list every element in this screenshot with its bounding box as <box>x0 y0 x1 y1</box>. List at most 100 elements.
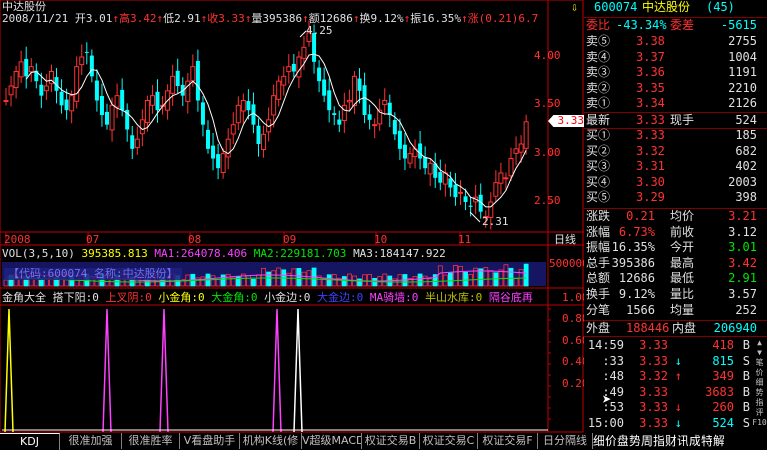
indicator-tab[interactable]: 势 <box>629 433 640 449</box>
indicator-tab[interactable]: V超级MACD <box>302 433 362 449</box>
current-price-tag: 3.33 <box>548 115 584 127</box>
indicator-tab[interactable]: 机构K线(修 <box>240 433 302 449</box>
indicator-tab[interactable]: 很准加强 <box>60 433 122 449</box>
stat-label: 今开 <box>670 240 695 255</box>
stat-label: 量比 <box>670 287 695 301</box>
stat-row: 振幅 16.35% 今开 3.01 <box>584 240 767 255</box>
indicator-tab[interactable]: 成 <box>689 433 700 449</box>
bid-level-row: 买② 3.32 682 <box>584 144 767 159</box>
tick-price: 3.32 <box>639 369 668 384</box>
indicator-item: 小金边:0 <box>257 291 311 304</box>
tick-time: :33 <box>602 353 624 368</box>
stat-row: 涨幅 6.73% 前收 3.12 <box>584 225 767 240</box>
stat-label: 最高 <box>670 255 695 270</box>
indicator-item: 大金角:0 <box>204 291 258 304</box>
candle-body <box>296 56 302 78</box>
candle-body <box>387 102 392 115</box>
info-chg: (0.21) <box>478 12 519 25</box>
candle-body <box>225 138 231 158</box>
ratio-row: 委比 -43.34% 委差 -5615 <box>584 17 767 33</box>
tick-arrow: ↑ <box>674 369 682 384</box>
side-mark-button[interactable]: 评 <box>752 408 767 418</box>
min-price-label: 2.31 <box>482 215 509 228</box>
tick-time: 15:00 <box>587 416 624 430</box>
indicator-spike <box>159 308 169 433</box>
volume-bar <box>357 278 362 287</box>
indicator-tab[interactable]: 盘 <box>617 433 628 449</box>
indicator-tab[interactable]: 价 <box>605 433 616 449</box>
side-mark-button[interactable]: 笔 <box>752 358 767 368</box>
volume-bar <box>523 263 529 287</box>
indicator-spike <box>4 308 14 433</box>
indicator-item: 半山水库:0 <box>418 291 483 304</box>
tick-price: 3.33 <box>639 384 668 399</box>
candle-body <box>392 120 397 135</box>
indicator-tab[interactable]: 很准胜率 <box>122 433 180 449</box>
candle-body <box>139 119 145 135</box>
candle-body <box>155 91 160 111</box>
stat-row: 涨跌 0.21 均价 3.21 <box>584 209 767 224</box>
indicator-spike <box>293 308 303 433</box>
candle-body <box>327 90 332 111</box>
volume-bar <box>326 274 332 287</box>
stat-value: 12686 <box>618 271 655 286</box>
candle-body <box>149 95 155 106</box>
candle-body <box>463 196 468 202</box>
indicator-tab[interactable]: V看盘助手 <box>180 433 240 449</box>
candle-body <box>458 191 463 194</box>
side-mark-button[interactable]: ▼ <box>752 348 767 358</box>
candle-body <box>276 80 282 100</box>
tick-price: 3.33 <box>639 416 668 430</box>
candle-body <box>240 100 246 112</box>
stat-value: 395386 <box>611 255 655 270</box>
indicator-tab[interactable]: 指 <box>653 433 664 449</box>
bid-level-price: 3.33 <box>636 128 665 142</box>
candle-body <box>74 66 80 102</box>
bid-level-volume: 398 <box>735 190 757 205</box>
indicator-tab[interactable]: 日分隔线 <box>538 433 593 449</box>
candle-body <box>317 67 322 82</box>
candle-body <box>513 148 519 154</box>
tick-row: :33 3.33 ↓ 815 S <box>584 354 754 369</box>
ask-level-row: 卖① 3.34 2126 <box>584 96 767 111</box>
bid-level-label: 买⑤ <box>586 190 611 205</box>
candle-body <box>246 100 251 111</box>
candle-body <box>235 104 241 124</box>
side-mark-button[interactable]: ▲ <box>752 338 767 348</box>
ask-level-volume: 2126 <box>728 96 757 111</box>
side-mark-button[interactable]: F10 <box>752 418 767 428</box>
indicator-tab[interactable]: 权证交易B <box>362 433 420 449</box>
info-turn: 9.12% <box>370 12 404 25</box>
side-mark-button[interactable]: 细 <box>752 378 767 388</box>
candle-body <box>346 100 352 103</box>
indicator-tab[interactable]: 权证交易F <box>478 433 538 449</box>
stat-label: 前收 <box>670 224 695 239</box>
indicator-item: 隔谷底再 <box>482 291 533 304</box>
stat-label: 均价 <box>670 209 695 223</box>
indicator-tab[interactable]: 解 <box>713 433 724 449</box>
tick-side: B <box>742 400 750 415</box>
candle-body <box>170 75 176 94</box>
indicator-tab[interactable]: 周 <box>641 433 652 449</box>
stat-value: 0.21 <box>626 209 655 223</box>
tick-time: 14:59 <box>587 338 624 352</box>
tick-price: 3.33 <box>639 353 668 368</box>
candle-body <box>220 153 226 173</box>
pin-icon[interactable]: ⇩ <box>571 1 578 13</box>
period-label[interactable]: 日线 <box>554 234 576 246</box>
tick-price: 3.33 <box>639 338 668 352</box>
indicator-tab[interactable]: 细 <box>593 433 604 449</box>
indicator-tab[interactable]: 讯 <box>677 433 688 449</box>
indicator-tab[interactable]: 特 <box>701 433 712 449</box>
indicator-tab[interactable]: 财 <box>665 433 676 449</box>
stat-value: 2.91 <box>728 271 757 286</box>
side-mark-button[interactable]: 势 <box>752 388 767 398</box>
indicator-tab[interactable]: 权证交易C <box>420 433 478 449</box>
candle-body <box>498 172 504 184</box>
tick-side: S <box>742 416 750 430</box>
side-mark-button[interactable]: 价 <box>752 368 767 378</box>
indicator-tab[interactable]: KDJ <box>0 433 60 450</box>
tick-volume: 349 <box>712 369 734 384</box>
candle-body <box>271 95 277 116</box>
side-mark-button[interactable]: 指 <box>752 398 767 408</box>
